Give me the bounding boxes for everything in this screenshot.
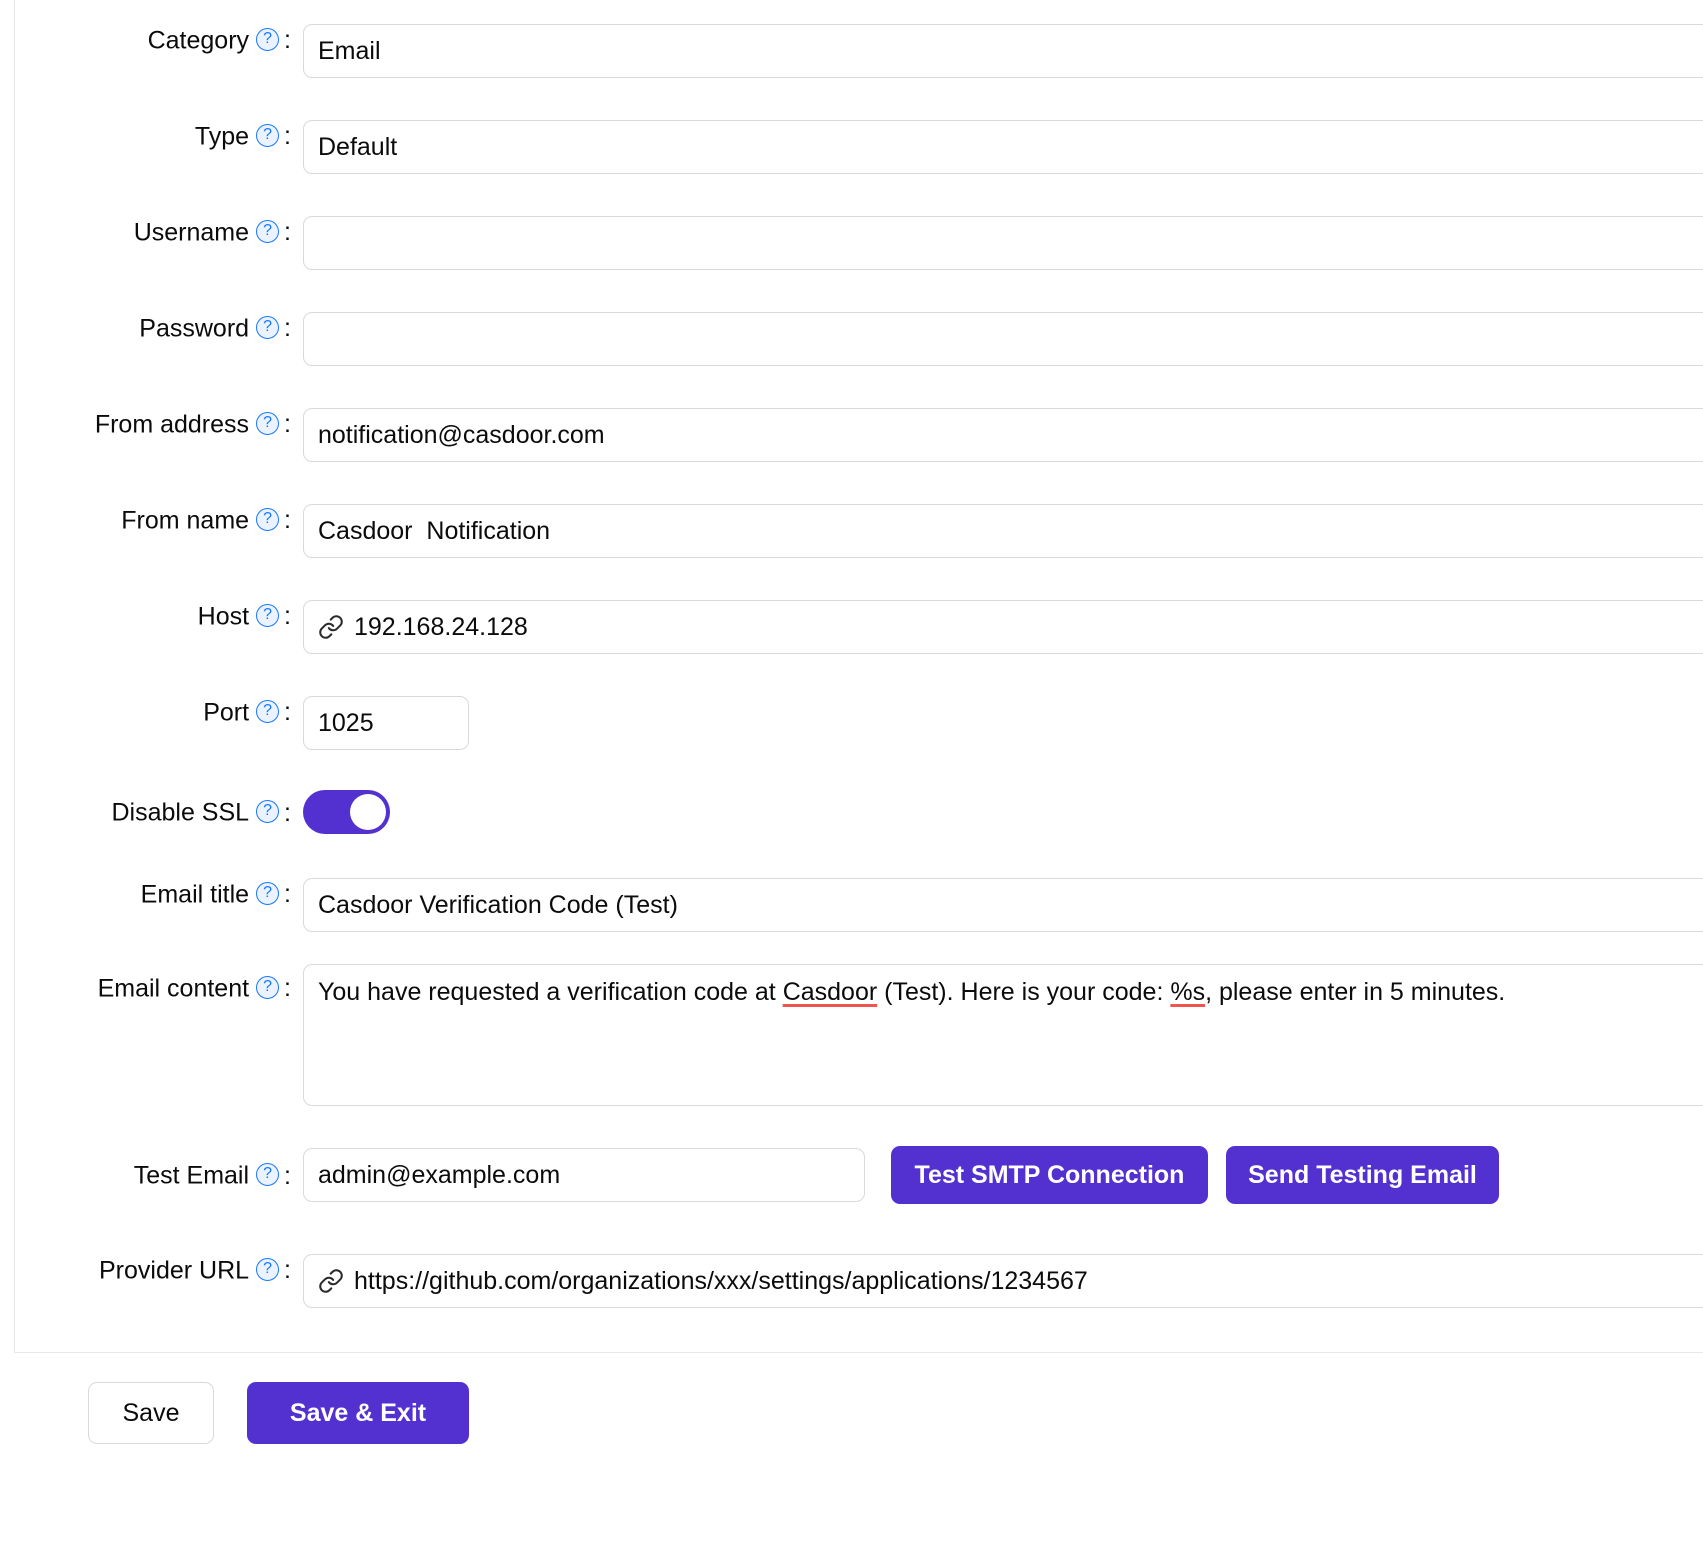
help-icon[interactable]: ? — [256, 800, 279, 823]
link-icon — [318, 614, 344, 640]
host-value: 192.168.24.128 — [354, 601, 528, 653]
email-content-textarea[interactable]: You have requested a verification code a… — [303, 964, 1703, 1106]
help-icon[interactable]: ? — [256, 220, 279, 243]
form-row-from-name: From name?: Casdoor Notification — [15, 504, 1703, 558]
help-icon[interactable]: ? — [256, 28, 279, 51]
type-select[interactable]: Default — [303, 120, 1703, 174]
help-icon[interactable]: ? — [256, 976, 279, 999]
form-row-email-title: Email title?: Casdoor Verification Code … — [15, 878, 1703, 932]
label-from-address: From address?: — [15, 408, 303, 439]
save-button[interactable]: Save — [88, 1382, 214, 1444]
form-row-category: Category?: Email — [15, 24, 1703, 78]
provider-url-value: https://github.com/organizations/xxx/set… — [354, 1255, 1088, 1307]
email-content-middle: (Test). Here is your code: — [877, 978, 1170, 1006]
type-value: Default — [318, 121, 397, 173]
help-icon[interactable]: ? — [256, 882, 279, 905]
save-and-exit-button[interactable]: Save & Exit — [247, 1382, 469, 1444]
label-provider-url: Provider URL?: — [15, 1254, 303, 1285]
port-value: 1025 — [318, 697, 374, 749]
from-name-input[interactable]: Casdoor Notification — [303, 504, 1703, 558]
help-icon[interactable]: ? — [256, 412, 279, 435]
send-testing-email-button[interactable]: Send Testing Email — [1226, 1146, 1499, 1204]
label-email-content: Email content?: — [15, 964, 303, 1003]
email-title-value: Casdoor Verification Code (Test) — [318, 879, 678, 931]
email-content-placeholder-token: %s — [1170, 978, 1205, 1006]
password-input[interactable] — [303, 312, 1703, 366]
category-value: Email — [318, 25, 381, 77]
form-row-disable-ssl: Disable SSL?: — [15, 790, 1703, 834]
host-input[interactable]: 192.168.24.128 — [303, 600, 1703, 654]
help-icon[interactable]: ? — [256, 508, 279, 531]
label-from-name: From name?: — [15, 504, 303, 535]
email-content-before: You have requested a verification code a… — [318, 978, 783, 1006]
from-address-input[interactable]: notification@casdoor.com — [303, 408, 1703, 462]
port-input[interactable]: 1025 — [303, 696, 469, 750]
help-icon[interactable]: ? — [256, 124, 279, 147]
label-category: Category?: — [15, 24, 303, 55]
from-name-value: Casdoor Notification — [318, 505, 550, 557]
label-username: Username?: — [15, 216, 303, 247]
provider-url-input[interactable]: https://github.com/organizations/xxx/set… — [303, 1254, 1703, 1308]
label-port: Port?: — [15, 696, 303, 727]
label-type: Type?: — [15, 120, 303, 151]
email-content-casdoor: Casdoor — [783, 978, 878, 1006]
category-select[interactable]: Email — [303, 24, 1703, 78]
username-input[interactable] — [303, 216, 1703, 270]
disable-ssl-toggle[interactable] — [303, 790, 390, 834]
label-host: Host?: — [15, 600, 303, 631]
label-email-title: Email title?: — [15, 878, 303, 909]
test-email-value: admin@example.com — [318, 1149, 560, 1201]
form-row-email-content: Email content?: You have requested a ver… — [15, 964, 1703, 1106]
link-icon — [318, 1268, 344, 1294]
email-content-after: , please enter in 5 minutes. — [1205, 978, 1505, 1006]
form-row-port: Port?: 1025 — [15, 696, 1703, 750]
form-row-password: Password?: — [15, 312, 1703, 366]
provider-edit-card: Category?: Email Type?: Default Username… — [14, 0, 1703, 1353]
form-row-provider-url: Provider URL?: https://github.com/organi… — [15, 1254, 1703, 1308]
label-password: Password?: — [15, 312, 303, 343]
help-icon[interactable]: ? — [256, 604, 279, 627]
help-icon[interactable]: ? — [256, 316, 279, 339]
form-row-type: Type?: Default — [15, 120, 1703, 174]
form-row-test-email: Test Email?: admin@example.com Test SMTP… — [15, 1146, 1703, 1204]
label-disable-ssl: Disable SSL?: — [15, 796, 303, 827]
from-address-value: notification@casdoor.com — [318, 409, 605, 461]
help-icon[interactable]: ? — [256, 1163, 279, 1186]
help-icon[interactable]: ? — [256, 1258, 279, 1281]
label-test-email: Test Email?: — [15, 1159, 303, 1190]
form-row-username: Username?: — [15, 216, 1703, 270]
test-smtp-connection-button[interactable]: Test SMTP Connection — [891, 1146, 1208, 1204]
help-icon[interactable]: ? — [256, 700, 279, 723]
form-row-from-address: From address?: notification@casdoor.com — [15, 408, 1703, 462]
test-email-input[interactable]: admin@example.com — [303, 1148, 865, 1202]
toggle-knob — [350, 794, 386, 830]
form-footer-actions: Save Save & Exit — [0, 1382, 1703, 1444]
email-title-input[interactable]: Casdoor Verification Code (Test) — [303, 878, 1703, 932]
form-row-host: Host?: 192.168.24.128 — [15, 600, 1703, 654]
